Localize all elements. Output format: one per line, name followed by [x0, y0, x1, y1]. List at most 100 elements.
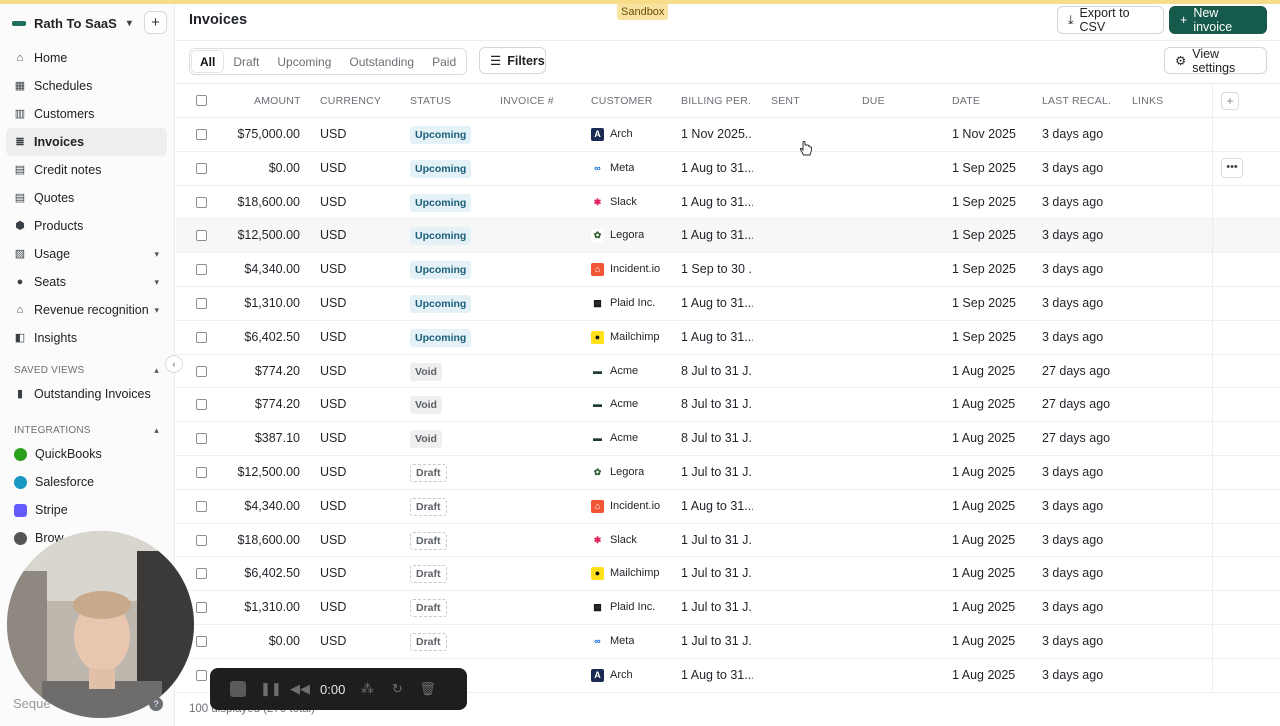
column-header-amount[interactable]: AMOUNT: [254, 84, 301, 118]
date-cell: 1 Aug 2025: [952, 532, 1016, 547]
sidebar-item-invoices[interactable]: ≣ Invoices: [6, 128, 167, 156]
customer-cell[interactable]: ✿ Legora: [591, 456, 644, 489]
pause-icon[interactable]: ❚❚: [260, 681, 282, 697]
table-row[interactable]: $12,500.00 USD Upcoming ✿ Legora 1 Aug to 31.…: [176, 219, 1280, 254]
sidebar-item-products[interactable]: ⬢ Products: [6, 212, 167, 240]
table-row[interactable]: $4,340.00 USD Upcoming ⌂ Incident.io 1 Sep to…: [176, 253, 1280, 287]
table-row[interactable]: $75,000.00 USD Upcoming A Arch 1 Nov 2025... 1…: [176, 118, 1280, 152]
org-logo-icon: [12, 20, 26, 26]
customer-name: Arch: [610, 128, 633, 140]
create-button[interactable]: +: [144, 11, 167, 34]
sidebar-item-insights[interactable]: ◧ Insights: [6, 324, 167, 352]
chevron-down-icon[interactable]: ▾: [154, 277, 159, 288]
add-column-button[interactable]: +: [1221, 92, 1239, 110]
column-header-invoice[interactable]: INVOICE #: [500, 84, 554, 118]
table-row[interactable]: $12,500.00 USD Draft ✿ Legora 1 Jul to 31 J..…: [176, 456, 1280, 490]
table-row[interactable]: $18,600.00 USD Upcoming ✱ Slack 1 Aug to 31..…: [176, 186, 1280, 220]
customer-cell[interactable]: ∞ Meta: [591, 152, 634, 185]
column-header-currency[interactable]: CURRENCY: [320, 84, 381, 118]
table-row[interactable]: $387.10 USD Void ▬ Acme 8 Jul to 31 J... 1 Aug…: [176, 422, 1280, 456]
customer-cell[interactable]: ● Mailchimp: [591, 321, 660, 354]
tab-draft[interactable]: Draft: [225, 51, 267, 72]
table-row[interactable]: $0.00 USD Draft ∞ Meta 1 Jul to 31 J... 1 Aug …: [176, 625, 1280, 659]
chevron-up-icon[interactable]: ▴: [154, 425, 159, 436]
tab-upcoming[interactable]: Upcoming: [269, 51, 339, 72]
table-row[interactable]: $0.00 USD Upcoming ∞ Meta 1 Aug to 31... 1 Sep…: [176, 152, 1280, 186]
sidebar-item-quotes[interactable]: ▤ Quotes: [6, 184, 167, 212]
sidebar-item-revenue-recognition[interactable]: ⌂ Revenue recognition ▾: [6, 296, 167, 324]
customer-cell[interactable]: ● Mailchimp: [591, 557, 660, 590]
chevron-down-icon[interactable]: ▾: [154, 305, 159, 316]
billing-period-cell: 1 Aug to 31...: [681, 160, 753, 175]
tab-paid[interactable]: Paid: [424, 51, 464, 72]
trash-icon[interactable]: 🗑: [419, 681, 436, 697]
view-settings-button[interactable]: ⚙ View settings: [1164, 47, 1267, 75]
hand-cursor-icon: [799, 141, 812, 156]
saved-views-heading[interactable]: SAVED VIEWS ▴: [6, 360, 167, 380]
sidebar-item-seats[interactable]: ● Seats ▾: [6, 268, 167, 296]
integration-item-stripe[interactable]: Stripe: [6, 496, 167, 524]
sidebar-item-usage[interactable]: ▨ Usage ▾: [6, 240, 167, 268]
column-header-links[interactable]: LINKS: [1132, 84, 1163, 118]
saved-view-item[interactable]: ▮ Outstanding Invoices: [6, 380, 167, 408]
collapse-sidebar-button[interactable]: ‹: [165, 355, 183, 373]
grid-icon[interactable]: ⁂: [359, 681, 375, 697]
table-row[interactable]: $1,310.00 USD Upcoming ▩ Plaid Inc. 1 Aug to …: [176, 287, 1280, 321]
new-invoice-button[interactable]: + New invoice: [1169, 6, 1267, 34]
customer-cell[interactable]: ⌂ Incident.io: [591, 490, 660, 523]
tab-all[interactable]: All: [192, 51, 224, 72]
column-header-last-recal[interactable]: LAST RECAL...: [1042, 84, 1112, 118]
sidebar-item-customers[interactable]: ▥ Customers: [6, 100, 167, 128]
table-row[interactable]: $1,310.00 USD Draft ▩ Plaid Inc. 1 Jul to 31 …: [176, 591, 1280, 625]
column-header-sent[interactable]: SENT: [771, 84, 800, 118]
integrations-heading[interactable]: INTEGRATIONS ▴: [6, 420, 167, 440]
customer-cell[interactable]: ✱ Slack: [591, 524, 637, 557]
customer-cell[interactable]: ⌂ Incident.io: [591, 253, 660, 286]
export-csv-button[interactable]: ⤓ Export to CSV: [1057, 6, 1164, 34]
customer-cell[interactable]: ▩ Plaid Inc.: [591, 591, 655, 624]
column-header-customer[interactable]: CUSTOMER: [591, 84, 653, 118]
sidebar-item-home[interactable]: ⌂ Home: [6, 44, 167, 72]
tab-outstanding[interactable]: Outstanding: [341, 51, 422, 72]
plus-icon: +: [1180, 13, 1188, 27]
table-row[interactable]: $18,600.00 USD Draft ✱ Slack 1 Jul to 31 J...…: [176, 524, 1280, 558]
filters-button[interactable]: ☰ Filters: [479, 47, 546, 74]
chevron-down-icon[interactable]: ▾: [154, 249, 159, 260]
customer-cell[interactable]: ✱ Slack: [591, 186, 637, 219]
last-recalculated-cell: 3 days ago: [1042, 532, 1104, 547]
customer-cell[interactable]: ∞ Meta: [591, 625, 634, 658]
org-switcher[interactable]: Rath To SaaS ▾: [12, 12, 132, 34]
customer-cell[interactable]: ✿ Legora: [591, 219, 644, 252]
last-recalculated-cell: 3 days ago: [1042, 566, 1104, 581]
restart-icon[interactable]: ↻: [389, 681, 405, 697]
table-row[interactable]: $4,340.00 USD Draft ⌂ Incident.io 1 Aug to 31…: [176, 490, 1280, 524]
integration-item-salesforce[interactable]: Salesforce: [6, 468, 167, 496]
table-row[interactable]: $774.20 USD Void ▬ Acme 8 Jul to 31 J... 1 Aug…: [176, 355, 1280, 389]
customer-cell[interactable]: ▬ Acme: [591, 422, 638, 455]
column-header-billing-per[interactable]: BILLING PER...: [681, 84, 751, 118]
stop-recording-button[interactable]: [230, 681, 246, 697]
chevron-up-icon[interactable]: ▴: [154, 365, 159, 376]
column-header-due[interactable]: DUE: [862, 84, 885, 118]
sidebar-item-credit-notes[interactable]: ▤ Credit notes: [6, 156, 167, 184]
incident-logo-icon: ⌂: [591, 499, 604, 513]
column-header-status[interactable]: STATUS: [410, 84, 451, 118]
customer-cell[interactable]: A Arch: [591, 659, 633, 692]
table-row[interactable]: $774.20 USD Void ▬ Acme 8 Jul to 31 J... 1 Aug…: [176, 388, 1280, 423]
select-all-checkbox[interactable]: [196, 95, 207, 106]
table-row[interactable]: $6,402.50 USD Upcoming ● Mailchimp 1 Aug to 3…: [176, 321, 1280, 355]
column-header-date[interactable]: DATE: [952, 84, 980, 118]
customer-cell[interactable]: A Arch: [591, 118, 633, 151]
customer-cell[interactable]: ▩ Plaid Inc.: [591, 287, 655, 320]
row-actions-button[interactable]: •••: [1221, 157, 1243, 178]
table-row[interactable]: $6,402.50 USD Draft ● Mailchimp 1 Jul to 31 J…: [176, 557, 1280, 592]
integration-item-quickbooks[interactable]: QuickBooks: [6, 440, 167, 468]
table-header: AMOUNT CURRENCY STATUS INVOICE # CUSTOMER BIL…: [176, 84, 1280, 118]
sidebar-item-schedules[interactable]: ▦ Schedules: [6, 72, 167, 100]
customer-name: Acme: [610, 398, 639, 411]
billing-period-cell: 1 Jul to 31 J...: [681, 464, 753, 479]
customer-cell[interactable]: ▬ Acme: [591, 388, 638, 421]
customer-cell[interactable]: ▬ Acme: [591, 355, 638, 388]
rewind-icon[interactable]: ◀◀: [290, 681, 310, 697]
sidebar-item-label: Quotes: [34, 191, 75, 205]
